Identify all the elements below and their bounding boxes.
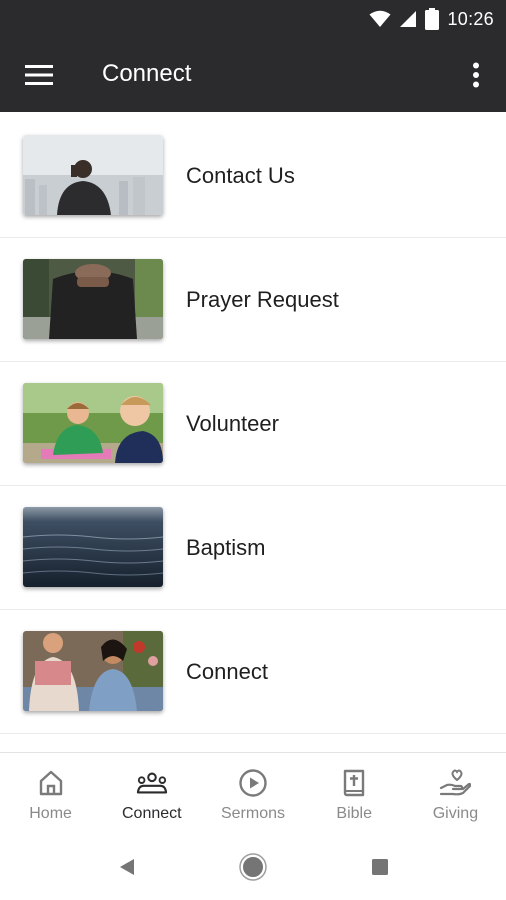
list-item-label: Prayer Request — [186, 287, 339, 312]
list-item-prayer-request[interactable]: Prayer Request — [0, 238, 506, 362]
more-vert-icon — [473, 62, 479, 88]
hamburger-icon — [25, 65, 53, 85]
overflow-menu-button[interactable] — [464, 58, 488, 92]
bible-icon — [338, 767, 370, 799]
list-item-label: Baptism — [186, 535, 266, 560]
bottom-navigation: Home Connect Sermons Bible Giving — [0, 752, 506, 832]
volunteer-thumbnail — [23, 383, 163, 463]
contact-us-thumbnail — [23, 135, 163, 215]
recents-square-icon — [372, 859, 388, 875]
list-item-volunteer[interactable]: Volunteer — [0, 362, 506, 486]
screen: 10:26 Connect Contact Us Prayer Request … — [0, 0, 506, 900]
list-item-contact-us[interactable]: Contact Us — [0, 114, 506, 238]
nav-label: Giving — [432, 805, 479, 822]
home-circle-icon — [239, 853, 267, 881]
home-system-button[interactable] — [238, 852, 268, 882]
heart-hand-icon — [439, 767, 472, 799]
list-divider — [0, 734, 506, 754]
nav-sermons[interactable]: Sermons — [202, 753, 303, 832]
recents-button[interactable] — [365, 852, 395, 882]
nav-bible[interactable]: Bible — [304, 753, 405, 832]
list-item-baptism[interactable]: Baptism — [0, 486, 506, 610]
nav-label: Connect — [122, 805, 182, 822]
back-triangle-icon — [120, 859, 134, 875]
play-circle-icon — [237, 767, 269, 799]
battery-icon — [425, 8, 440, 30]
status-bar: 10:26 — [369, 0, 506, 38]
nav-connect[interactable]: Connect — [101, 753, 202, 832]
system-navigation-bar — [0, 832, 506, 900]
app-bar: Connect — [0, 38, 506, 112]
back-button[interactable] — [112, 852, 142, 882]
menu-button[interactable] — [22, 60, 56, 90]
prayer-request-thumbnail — [23, 259, 163, 339]
home-icon — [35, 767, 67, 799]
nav-label: Home — [29, 805, 72, 822]
connect-thumbnail — [23, 631, 163, 711]
list-item-label: Contact Us — [186, 163, 295, 188]
nav-home[interactable]: Home — [0, 753, 101, 832]
connect-list: Contact Us Prayer Request Volunteer Bapt… — [0, 114, 506, 754]
nav-label: Sermons — [220, 805, 286, 822]
list-item-label: Connect — [186, 659, 268, 684]
people-icon — [136, 767, 168, 799]
status-time: 10:26 — [447, 8, 494, 29]
baptism-thumbnail — [23, 507, 163, 587]
list-item-label: Volunteer — [186, 411, 279, 436]
list-item-connect[interactable]: Connect — [0, 610, 506, 734]
nav-label: Bible — [336, 805, 372, 822]
nav-giving[interactable]: Giving — [405, 753, 506, 832]
top-bar: 10:26 Connect — [0, 0, 506, 112]
page-title: Connect — [102, 60, 192, 87]
signal-icon — [399, 10, 417, 28]
wifi-icon — [369, 10, 391, 28]
